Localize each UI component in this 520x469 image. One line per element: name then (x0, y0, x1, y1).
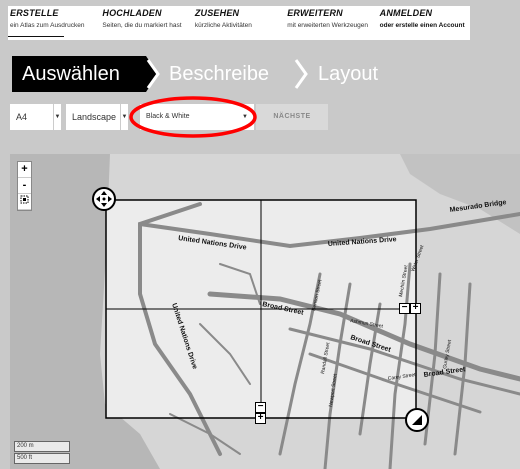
nav-zusehen-subtitle: kürzliche Aktivitäten (194, 22, 252, 29)
select-area-button[interactable] (18, 194, 31, 210)
dropdown-arrow-icon: ▼ (53, 104, 61, 130)
zoom-control: + - (17, 161, 32, 211)
select-area-icon (20, 195, 29, 204)
selection-shrink-button[interactable]: − (399, 303, 410, 314)
step-layout[interactable]: Layout (318, 56, 378, 92)
dropdown-arrow-icon: ▼ (242, 114, 248, 120)
selection-expand-button[interactable]: + (410, 303, 421, 314)
nav-anmelden[interactable]: ANMELDEN oder erstelle einen Account (378, 6, 470, 40)
selection-expand-bottom-button[interactable]: + (255, 413, 266, 424)
orientation-value: Landscape (72, 112, 117, 122)
scale-feet: 500 ft (14, 453, 70, 464)
map-style-select[interactable]: Black & White ▼ (140, 104, 254, 130)
nav-erweitern[interactable]: ERWEITERN mit erweiterten Werkzeugen (285, 6, 377, 40)
paper-size-value: A4 (16, 112, 28, 122)
nav-erweitern-subtitle: mit erweiterten Werkzeugen (287, 22, 369, 29)
step-auswaehlen[interactable]: Auswählen (12, 56, 146, 92)
zoom-in-button[interactable]: + (18, 162, 31, 178)
map-style-value: Black & White (146, 113, 190, 120)
scale-bar: 200 m 500 ft (14, 441, 70, 465)
orientation-select[interactable]: Landscape ▼ (66, 104, 128, 130)
nav-erweitern-title: ERWEITERN (287, 8, 343, 18)
move-arrows-icon (96, 191, 112, 207)
nav-hochladen[interactable]: HOCHLADEN Seiten, die du markiert hast (100, 6, 192, 40)
active-underline (8, 35, 64, 37)
chevron-right-icon (146, 59, 160, 89)
nav-erstelle-title: ERSTELLE (10, 8, 59, 18)
top-navigation: ERSTELLE ein Atlas zum Ausdrucken HOCHLA… (8, 6, 470, 40)
chevron-right-icon (294, 59, 308, 89)
move-selection-button[interactable] (92, 187, 116, 211)
nav-erstelle-subtitle: ein Atlas zum Ausdrucken (10, 22, 85, 29)
next-button[interactable]: NÄCHSTE (256, 104, 328, 130)
nav-zusehen-title: ZUSEHEN (194, 8, 240, 18)
scale-meters: 200 m (14, 441, 70, 452)
nav-anmelden-subtitle: oder erstelle einen Account (379, 22, 465, 29)
zoom-out-button[interactable]: - (18, 178, 31, 194)
nav-erstelle[interactable]: ERSTELLE ein Atlas zum Ausdrucken (8, 6, 100, 40)
nav-anmelden-title: ANMELDEN (379, 8, 433, 18)
nav-zusehen[interactable]: ZUSEHEN kürzliche Aktivitäten (193, 6, 285, 40)
resize-arrow-icon (412, 415, 422, 425)
nav-hochladen-subtitle: Seiten, die du markiert hast (102, 22, 182, 29)
resize-selection-button[interactable] (405, 408, 429, 432)
step-beschreibe[interactable]: Beschreibe (169, 56, 269, 92)
paper-size-select[interactable]: A4 ▼ (10, 104, 61, 130)
nav-hochladen-title: HOCHLADEN (102, 8, 162, 18)
dropdown-arrow-icon: ▼ (120, 104, 128, 130)
